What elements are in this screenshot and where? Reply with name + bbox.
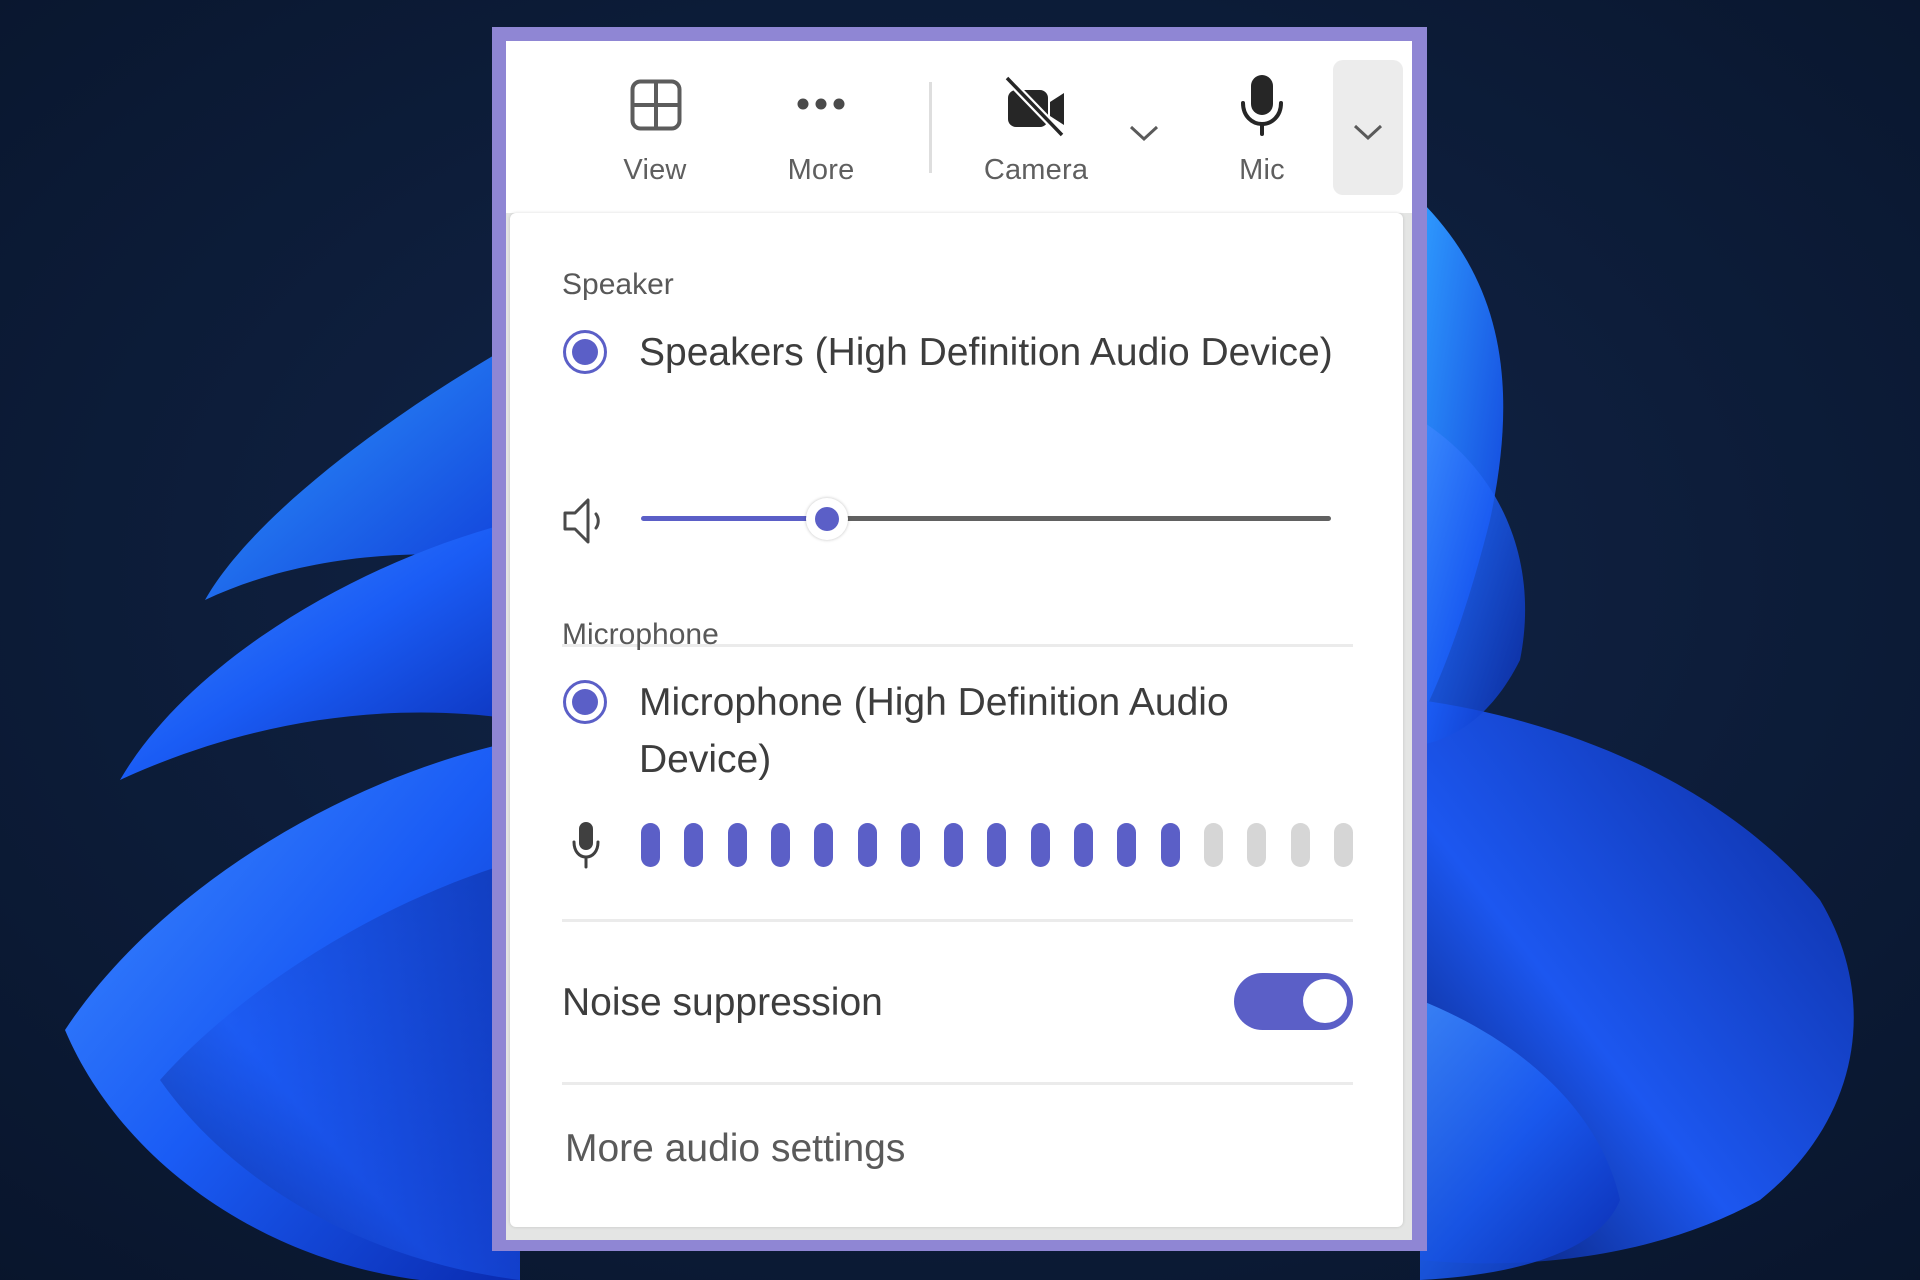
level-bar-inactive xyxy=(1204,823,1223,867)
section-divider xyxy=(562,1082,1353,1085)
volume-slider-thumb[interactable] xyxy=(806,498,848,540)
level-bar-active xyxy=(1074,823,1093,867)
mic-button[interactable]: Mic xyxy=(1192,41,1332,213)
level-bar-active xyxy=(814,823,833,867)
view-button[interactable]: View xyxy=(585,41,725,213)
camera-off-icon xyxy=(1004,75,1065,138)
level-bar-active xyxy=(858,823,877,867)
speaker-device-name[interactable]: Speakers (High Definition Audio Device) xyxy=(639,324,1339,381)
microphone-icon xyxy=(1241,75,1283,136)
volume-track-remaining xyxy=(827,516,1331,521)
toolbar-divider xyxy=(929,82,932,173)
level-bar-active xyxy=(1161,823,1180,867)
audio-settings-menu: Speaker Speakers (High Definition Audio … xyxy=(510,213,1403,1227)
volume-track-filled xyxy=(641,516,827,521)
level-bar-active xyxy=(684,823,703,867)
mic-options-button[interactable] xyxy=(1333,60,1403,195)
chevron-down-icon xyxy=(1353,124,1383,141)
level-bar-inactive xyxy=(1247,823,1266,867)
noise-suppression-toggle[interactable] xyxy=(1234,973,1353,1030)
microphone-device-radio[interactable] xyxy=(563,680,607,724)
section-divider xyxy=(562,919,1353,922)
more-button[interactable]: More xyxy=(751,41,891,213)
level-bar-active xyxy=(944,823,963,867)
level-bar-active xyxy=(901,823,920,867)
microphone-level-meter xyxy=(641,823,1353,867)
speaker-device-radio[interactable] xyxy=(563,330,607,374)
more-dots-icon xyxy=(797,98,845,110)
toggle-knob xyxy=(1303,979,1347,1023)
microphone-device-name[interactable]: Microphone (High Definition Audio Device… xyxy=(639,674,1339,788)
view-label: View xyxy=(623,154,687,186)
microphone-section-label: Microphone xyxy=(562,618,719,651)
camera-button[interactable]: Camera xyxy=(966,41,1106,213)
grid-icon xyxy=(630,79,682,131)
speaker-volume-icon xyxy=(563,498,600,544)
level-bar-inactive xyxy=(1291,823,1310,867)
level-bar-active xyxy=(641,823,660,867)
more-audio-settings-link[interactable]: More audio settings xyxy=(565,1127,905,1171)
microphone-level-icon xyxy=(572,822,600,869)
level-bar-active xyxy=(771,823,790,867)
more-label: More xyxy=(787,154,855,186)
mic-label: Mic xyxy=(1239,154,1285,186)
camera-label: Camera xyxy=(983,154,1089,186)
level-bar-active xyxy=(1031,823,1050,867)
meeting-toolbar: View More Camera Mic xyxy=(506,41,1412,213)
level-bar-active xyxy=(987,823,1006,867)
speaker-volume-slider[interactable] xyxy=(641,494,1331,544)
level-bar-inactive xyxy=(1334,823,1353,867)
level-bar-active xyxy=(728,823,747,867)
speaker-section-label: Speaker xyxy=(562,268,674,301)
camera-options-chevron-down-icon[interactable] xyxy=(1128,123,1160,143)
noise-suppression-label: Noise suppression xyxy=(562,981,883,1024)
level-bar-active xyxy=(1117,823,1136,867)
